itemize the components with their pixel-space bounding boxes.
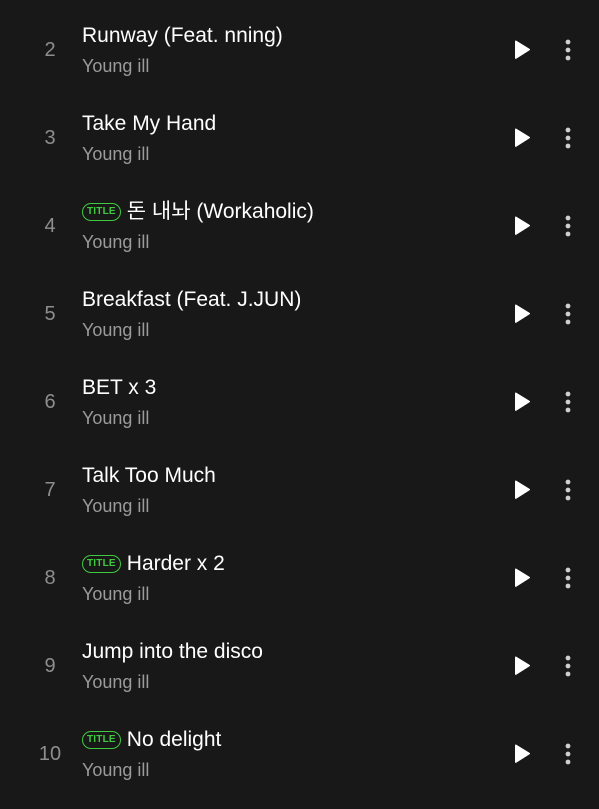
track-artist: Young ill	[82, 496, 150, 516]
track-title-line: Talk Too Much	[82, 462, 216, 490]
more-vertical-icon	[565, 391, 571, 413]
track-row[interactable]: 10 TITLE No delight Young ill	[0, 704, 599, 792]
track-artist: Young ill	[82, 584, 150, 604]
track-number: 9	[44, 655, 56, 677]
play-icon	[515, 656, 530, 675]
play-icon	[515, 568, 530, 587]
more-vertical-icon	[565, 655, 571, 677]
track-title: No delight	[126, 728, 222, 751]
track-row[interactable]: 5 Breakfast (Feat. J.JUN) Young ill	[0, 264, 599, 352]
play-button[interactable]	[508, 740, 536, 768]
track-row[interactable]: 2 Runway (Feat. nning) Young ill	[0, 0, 599, 88]
track-title-line: TITLE No delight	[82, 726, 221, 754]
play-button[interactable]	[508, 388, 536, 416]
track-row[interactable]: 3 Take My Hand Young ill	[0, 88, 599, 176]
track-number: 10	[38, 743, 62, 765]
track-number: 2	[44, 39, 56, 61]
track-title: BET x 3	[82, 376, 157, 399]
title-track-badge: TITLE	[82, 203, 121, 221]
play-icon	[515, 480, 530, 499]
play-button[interactable]	[508, 300, 536, 328]
more-vertical-icon	[565, 479, 571, 501]
track-list: 2 Runway (Feat. nning) Young ill 3 Take …	[0, 0, 599, 809]
track-title: 돈 내놔 (Workaholic)	[126, 200, 314, 223]
more-options-button[interactable]	[556, 298, 580, 330]
track-number: 8	[44, 567, 56, 589]
track-artist: Young ill	[82, 232, 150, 252]
play-icon	[515, 304, 530, 323]
track-artist: Young ill	[82, 408, 150, 428]
title-track-badge: TITLE	[82, 731, 121, 749]
more-options-button[interactable]	[556, 210, 580, 242]
track-title-line: Runway (Feat. nning)	[82, 22, 283, 50]
track-title-line: TITLE 돈 내놔 (Workaholic)	[82, 198, 314, 226]
more-options-button[interactable]	[556, 650, 580, 682]
play-icon	[515, 128, 530, 147]
track-artist: Young ill	[82, 760, 150, 780]
track-row[interactable]: 9 Jump into the disco Young ill	[0, 616, 599, 704]
more-vertical-icon	[565, 39, 571, 61]
track-title: Breakfast (Feat. J.JUN)	[82, 288, 302, 311]
track-number: 3	[44, 127, 56, 149]
play-button[interactable]	[508, 476, 536, 504]
track-row[interactable]: 8 TITLE Harder x 2 Young ill	[0, 528, 599, 616]
more-options-button[interactable]	[556, 34, 580, 66]
more-vertical-icon	[565, 743, 571, 765]
track-artist: Young ill	[82, 320, 150, 340]
title-track-badge: TITLE	[82, 555, 121, 573]
track-title-line: Breakfast (Feat. J.JUN)	[82, 286, 301, 314]
track-number: 4	[44, 215, 56, 237]
track-title-line: Jump into the disco	[82, 638, 263, 666]
more-vertical-icon	[565, 567, 571, 589]
track-title-line: BET x 3	[82, 374, 156, 402]
play-icon	[515, 392, 530, 411]
more-vertical-icon	[565, 303, 571, 325]
track-row[interactable]: 7 Talk Too Much Young ill	[0, 440, 599, 528]
play-button[interactable]	[508, 212, 536, 240]
play-icon	[515, 40, 530, 59]
track-title: Runway (Feat. nning)	[82, 24, 283, 47]
more-vertical-icon	[565, 215, 571, 237]
more-options-button[interactable]	[556, 386, 580, 418]
track-artist: Young ill	[82, 56, 150, 76]
more-options-button[interactable]	[556, 562, 580, 594]
track-title: Take My Hand	[82, 112, 217, 135]
track-number: 6	[44, 391, 56, 413]
track-row[interactable]: 6 BET x 3 Young ill	[0, 352, 599, 440]
play-icon	[515, 744, 530, 763]
track-artist: Young ill	[82, 672, 150, 692]
track-artist: Young ill	[82, 144, 150, 164]
more-options-button[interactable]	[556, 738, 580, 770]
track-title: Talk Too Much	[82, 464, 216, 487]
more-options-button[interactable]	[556, 122, 580, 154]
track-number: 5	[44, 303, 56, 325]
play-button[interactable]	[508, 564, 536, 592]
track-row[interactable]: 4 TITLE 돈 내놔 (Workaholic) Young ill	[0, 176, 599, 264]
more-vertical-icon	[565, 127, 571, 149]
track-number: 7	[44, 479, 56, 501]
track-title-line: TITLE Harder x 2	[82, 550, 225, 578]
play-button[interactable]	[508, 36, 536, 64]
track-title: Jump into the disco	[82, 640, 263, 663]
track-title: Harder x 2	[126, 552, 225, 575]
more-options-button[interactable]	[556, 474, 580, 506]
track-title-line: Take My Hand	[82, 110, 216, 138]
play-button[interactable]	[508, 652, 536, 680]
play-button[interactable]	[508, 124, 536, 152]
play-icon	[515, 216, 530, 235]
